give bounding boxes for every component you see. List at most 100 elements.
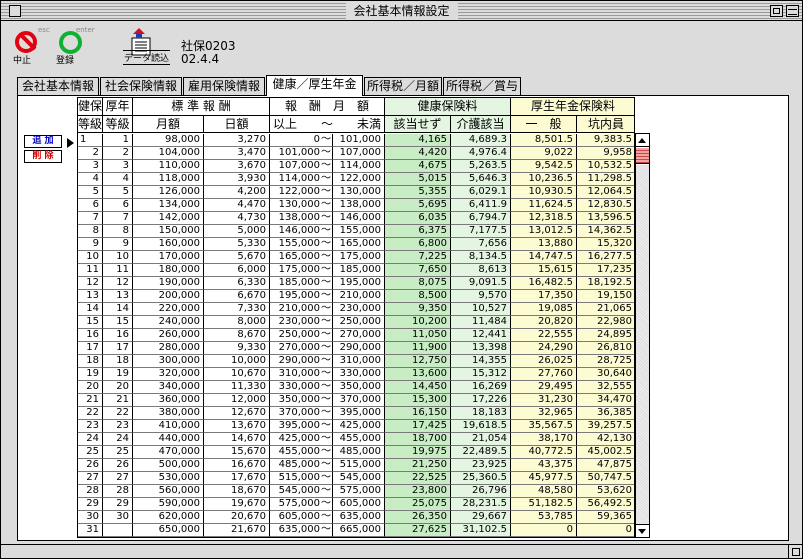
table-row[interactable]: 18 18 300,000 10,000 290,000 ～ 310,000 12,750 14… <box>78 355 634 368</box>
cell-health-grade[interactable]: 21 <box>78 394 103 407</box>
table-row[interactable]: 8 8 150,000 5,000 146,000 ～ 155,000 6,375 7,177.… <box>78 225 634 238</box>
cell-health-nursing[interactable]: 15,312 <box>451 368 511 381</box>
cell-monthly-amount[interactable]: 300,000 <box>133 355 204 368</box>
cell-pension-miner[interactable]: 16,277.5 <box>577 251 634 264</box>
cell-range-lower[interactable]: 350,000 ～ <box>270 394 333 407</box>
cell-pension-general[interactable]: 9,022 <box>511 147 577 160</box>
cell-health-not-applicable[interactable]: 4,165 <box>385 134 451 147</box>
table-row[interactable]: 14 14 220,000 7,330 210,000 ～ 230,000 9,350 10,5… <box>78 303 634 316</box>
cell-monthly-amount[interactable]: 340,000 <box>133 381 204 394</box>
cell-health-not-applicable[interactable]: 5,695 <box>385 199 451 212</box>
cell-pension-general[interactable]: 15,615 <box>511 264 577 277</box>
cell-range-upper[interactable]: 210,000 <box>333 290 385 303</box>
stop-button[interactable]: esc 中止 <box>13 26 53 66</box>
cell-range-upper[interactable]: 185,000 <box>333 264 385 277</box>
cell-range-upper[interactable]: 485,000 <box>333 446 385 459</box>
cell-health-not-applicable[interactable]: 11,050 <box>385 329 451 342</box>
cell-range-upper[interactable]: 230,000 <box>333 303 385 316</box>
cell-monthly-amount[interactable]: 530,000 <box>133 472 204 485</box>
cell-monthly-amount[interactable]: 500,000 <box>133 459 204 472</box>
close-box[interactable] <box>9 5 21 17</box>
resize-grip-icon[interactable] <box>788 544 802 558</box>
cell-pension-general[interactable]: 51,182.5 <box>511 498 577 511</box>
table-row[interactable]: 31 650,000 21,670 635,000 ～ 665,000 27,625 31,1… <box>78 524 634 537</box>
cell-pension-grade[interactable]: 8 <box>103 225 133 238</box>
cell-health-nursing[interactable]: 7,177.5 <box>451 225 511 238</box>
cell-health-nursing[interactable]: 6,794.7 <box>451 212 511 225</box>
cell-health-nursing[interactable]: 7,656 <box>451 238 511 251</box>
cell-pension-grade[interactable]: 17 <box>103 342 133 355</box>
table-row[interactable]: 28 28 560,000 18,670 545,000 ～ 575,000 23,800 26… <box>78 485 634 498</box>
cell-health-not-applicable[interactable]: 5,015 <box>385 173 451 186</box>
cell-health-not-applicable[interactable]: 15,300 <box>385 394 451 407</box>
scroll-up-arrow-icon[interactable] <box>636 134 649 147</box>
cell-daily-amount[interactable]: 5,000 <box>204 225 270 238</box>
cell-pension-miner[interactable]: 22,980 <box>577 316 634 329</box>
cell-range-lower[interactable]: 185,000 ～ <box>270 277 333 290</box>
cell-daily-amount[interactable]: 5,670 <box>204 251 270 264</box>
tab-income-tax-monthly[interactable]: 所得税／月額 <box>364 77 442 95</box>
cell-health-nursing[interactable]: 14,355 <box>451 355 511 368</box>
cell-range-lower[interactable]: 210,000 ～ <box>270 303 333 316</box>
cell-health-not-applicable[interactable]: 18,700 <box>385 433 451 446</box>
table-row[interactable]: 29 29 590,000 19,670 575,000 ～ 605,000 25,075 28… <box>78 498 634 511</box>
cell-pension-grade[interactable]: 3 <box>103 160 133 173</box>
cell-pension-grade[interactable]: 29 <box>103 498 133 511</box>
cell-pension-miner[interactable]: 9,958 <box>577 147 634 160</box>
cell-range-upper[interactable]: 122,000 <box>333 173 385 186</box>
cell-daily-amount[interactable]: 8,670 <box>204 329 270 342</box>
cell-daily-amount[interactable]: 6,330 <box>204 277 270 290</box>
cell-daily-amount[interactable]: 3,270 <box>204 134 270 147</box>
cell-daily-amount[interactable]: 13,670 <box>204 420 270 433</box>
cell-range-lower[interactable]: 107,000 ～ <box>270 160 333 173</box>
cell-pension-general[interactable]: 8,501.5 <box>511 134 577 147</box>
cell-pension-general[interactable]: 26,025 <box>511 355 577 368</box>
cell-health-grade[interactable]: 28 <box>78 485 103 498</box>
cell-daily-amount[interactable]: 10,670 <box>204 368 270 381</box>
cell-monthly-amount[interactable]: 360,000 <box>133 394 204 407</box>
cell-range-lower[interactable]: 165,000 ～ <box>270 251 333 264</box>
import-data-button[interactable]: データ読込 <box>123 25 171 67</box>
zoom-button[interactable] <box>770 5 783 17</box>
cell-daily-amount[interactable]: 18,670 <box>204 485 270 498</box>
cell-health-nursing[interactable]: 13,398 <box>451 342 511 355</box>
table-row[interactable]: 26 26 500,000 16,670 485,000 ～ 515,000 21,250 23… <box>78 459 634 472</box>
cell-pension-general[interactable]: 16,482.5 <box>511 277 577 290</box>
collapse-button[interactable] <box>786 5 799 17</box>
table-row[interactable]: 5 5 126,000 4,200 122,000 ～ 130,000 5,355 6,029.… <box>78 186 634 199</box>
cell-health-grade[interactable]: 23 <box>78 420 103 433</box>
cell-pension-general[interactable]: 9,542.5 <box>511 160 577 173</box>
vertical-scrollbar[interactable] <box>635 133 650 538</box>
cell-monthly-amount[interactable]: 220,000 <box>133 303 204 316</box>
cell-monthly-amount[interactable]: 180,000 <box>133 264 204 277</box>
cell-monthly-amount[interactable]: 190,000 <box>133 277 204 290</box>
cell-pension-grade[interactable]: 2 <box>103 147 133 160</box>
cell-health-nursing[interactable]: 5,646.3 <box>451 173 511 186</box>
table-row[interactable]: 9 9 160,000 5,330 155,000 ～ 165,000 6,800 7,656 1… <box>78 238 634 251</box>
cell-monthly-amount[interactable]: 260,000 <box>133 329 204 342</box>
cell-daily-amount[interactable]: 16,670 <box>204 459 270 472</box>
cell-monthly-amount[interactable]: 410,000 <box>133 420 204 433</box>
cell-daily-amount[interactable]: 11,330 <box>204 381 270 394</box>
cell-health-grade[interactable]: 19 <box>78 368 103 381</box>
cell-monthly-amount[interactable]: 470,000 <box>133 446 204 459</box>
cell-monthly-amount[interactable]: 104,000 <box>133 147 204 160</box>
cell-daily-amount[interactable]: 4,200 <box>204 186 270 199</box>
cell-pension-grade[interactable]: 16 <box>103 329 133 342</box>
cell-pension-grade[interactable]: 26 <box>103 459 133 472</box>
cell-daily-amount[interactable]: 6,670 <box>204 290 270 303</box>
cell-health-grade[interactable]: 24 <box>78 433 103 446</box>
cell-pension-general[interactable]: 43,375 <box>511 459 577 472</box>
cell-health-not-applicable[interactable]: 19,975 <box>385 446 451 459</box>
table-row[interactable]: 7 7 142,000 4,730 138,000 ～ 146,000 6,035 6,794.… <box>78 212 634 225</box>
cell-health-not-applicable[interactable]: 6,035 <box>385 212 451 225</box>
tab-employment-insurance[interactable]: 雇用保険情報 <box>183 77 265 95</box>
cell-health-not-applicable[interactable]: 4,420 <box>385 147 451 160</box>
table-row[interactable]: 6 6 134,000 4,470 130,000 ～ 138,000 5,695 6,411.… <box>78 199 634 212</box>
cell-health-nursing[interactable]: 17,226 <box>451 394 511 407</box>
cell-pension-general[interactable]: 19,085 <box>511 303 577 316</box>
cell-range-upper[interactable]: 146,000 <box>333 212 385 225</box>
cell-pension-grade[interactable]: 13 <box>103 290 133 303</box>
cell-pension-miner[interactable]: 34,470 <box>577 394 634 407</box>
cell-health-not-applicable[interactable]: 12,750 <box>385 355 451 368</box>
